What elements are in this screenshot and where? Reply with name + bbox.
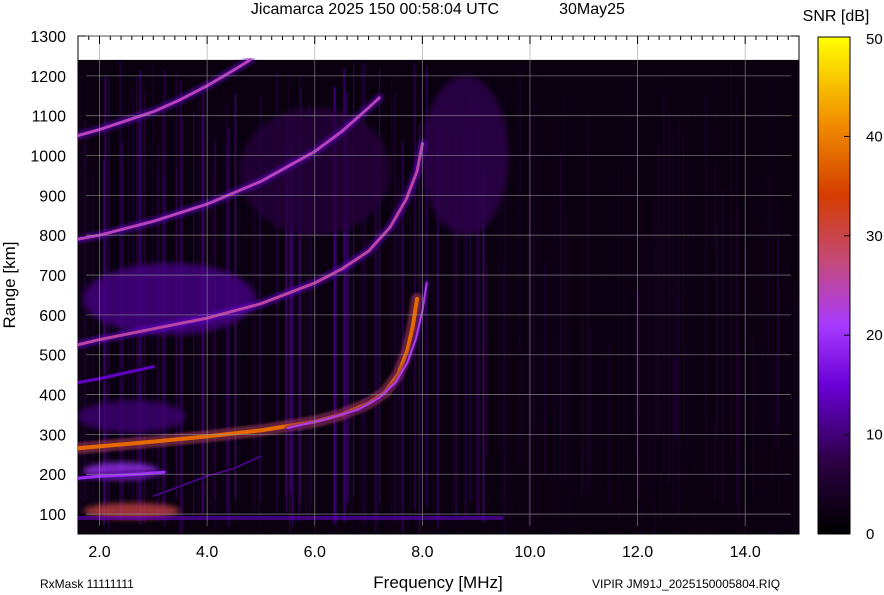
y-tick-label: 300 [39,427,66,444]
y-tick-label: 400 [39,388,66,405]
x-tick-label: 14.0 [730,544,761,561]
x-tick-label: 10.0 [514,544,545,561]
y-tick-label: 200 [39,467,66,484]
x-tick-label: 2.0 [88,544,110,561]
chart-date: 30May25 [559,1,625,18]
y-tick-label: 900 [39,188,66,205]
chart-title: Jicamarca 2025 150 00:58:04 UTC [251,1,499,18]
y-tick-label: 1100 [32,109,67,126]
colorbar-tick-label: 20 [866,327,883,344]
x-axis-label: Frequency [MHz] [373,573,502,592]
y-tick-label: 500 [39,348,66,365]
y-tick-label: 1300 [30,29,66,46]
x-tick-label: 12.0 [622,544,653,561]
diffuse-echo [78,400,186,433]
y-tick-label: 100 [39,507,66,524]
x-tick-label: 6.0 [304,544,326,561]
plot-area [78,58,799,534]
y-tick-label: 600 [39,308,66,325]
y-axis-label: Range [km] [0,242,19,329]
colorbar-tick-label: 10 [866,427,883,444]
y-tick-label: 1000 [30,149,66,166]
rxmask-label: RxMask 11111111 [40,577,134,591]
ionogram-chart: Jicamarca 2025 150 00:58:04 UTC 30May25 … [0,1,883,592]
baseline-echo [78,516,504,521]
x-tick-label: 8.0 [411,544,433,561]
x-tick-label: 4.0 [196,544,218,561]
colorbar-tick-label: 40 [866,128,883,145]
colorbar-tick-label: 30 [866,228,883,245]
y-tick-label: 1200 [30,69,66,86]
filename-label: VIPIR JM91J_2025150005804.RIQ [592,577,780,591]
y-tick-label: 700 [39,268,66,285]
colorbar-label: SNR [dB] [803,8,870,25]
y-tick-label: 800 [39,228,66,245]
colorbar-tick-label: 0 [866,526,874,543]
colorbar-tick-label: 50 [866,31,883,48]
colorbar [817,36,851,535]
